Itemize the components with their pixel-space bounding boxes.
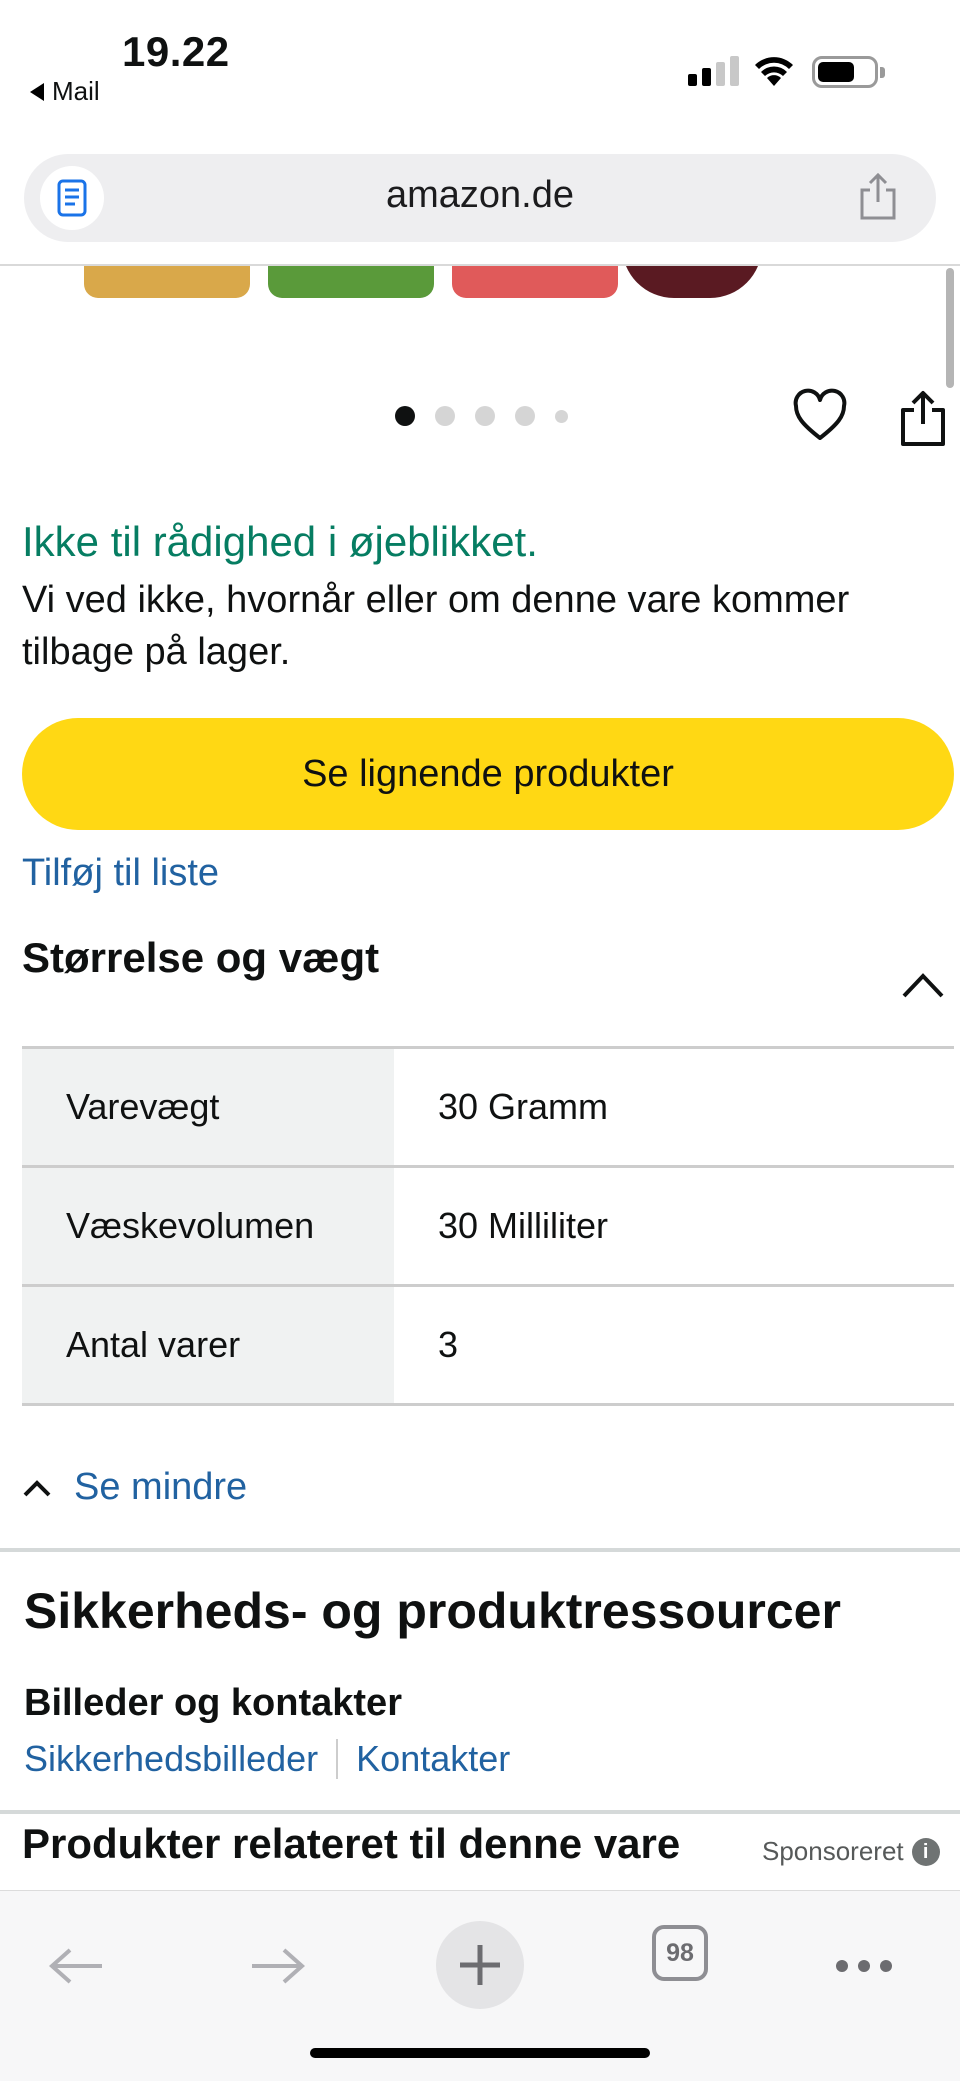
sponsored-text: Sponsoreret bbox=[762, 1836, 904, 1866]
new-tab-button[interactable] bbox=[436, 1921, 524, 2009]
back-arrow-icon bbox=[30, 82, 44, 101]
safety-images-link[interactable]: Sikkerhedsbilleder bbox=[24, 1738, 318, 1780]
table-key: Varevægt bbox=[22, 1047, 394, 1167]
chevron-up-small-icon bbox=[23, 1479, 51, 1496]
sponsored-label[interactable]: Sponsoreret i bbox=[762, 1836, 940, 1867]
status-time: 19.22 bbox=[122, 28, 230, 75]
address-bar[interactable]: amazon.de bbox=[24, 154, 936, 242]
more-dots-icon bbox=[836, 1960, 892, 1972]
images-contacts-subheading: Billeder og kontakter bbox=[24, 1682, 402, 1724]
back-app-label: Mail bbox=[52, 76, 100, 106]
table-value: 3 bbox=[438, 1324, 459, 1365]
add-to-list-link[interactable]: Tilføj til liste bbox=[22, 852, 219, 895]
carousel-dot[interactable] bbox=[515, 406, 535, 426]
wifi-icon bbox=[755, 57, 793, 86]
arrow-left-icon bbox=[48, 1948, 102, 1984]
battery-icon bbox=[812, 56, 885, 88]
see-less-link[interactable]: Se mindre bbox=[22, 1466, 247, 1509]
chevron-up-icon[interactable] bbox=[900, 970, 946, 1000]
carousel-dots[interactable] bbox=[395, 406, 568, 426]
arrow-right-icon bbox=[252, 1948, 306, 1984]
table-key: Væskevolumen bbox=[22, 1166, 394, 1286]
table-row: Væskevolumen 30 Milliliter bbox=[22, 1166, 954, 1286]
carousel-dot[interactable] bbox=[555, 409, 568, 423]
size-weight-heading[interactable]: Størrelse og vægt bbox=[22, 934, 379, 982]
info-icon[interactable]: i bbox=[911, 1837, 940, 1866]
product-image[interactable] bbox=[0, 266, 940, 302]
carousel-dot[interactable] bbox=[395, 406, 415, 426]
product-share-icon[interactable] bbox=[898, 388, 948, 448]
carousel-dot[interactable] bbox=[475, 406, 495, 426]
size-weight-table: Varevægt 30 Gramm Væskevolumen 30 Millil… bbox=[22, 1046, 954, 1406]
see-similar-products-button[interactable]: Se lignende produkter bbox=[22, 718, 954, 830]
divider bbox=[0, 1548, 960, 1552]
table-value: 30 Milliliter bbox=[438, 1205, 609, 1246]
divider bbox=[0, 1810, 960, 1814]
availability-description: Vi ved ikke, hvornår eller om denne vare… bbox=[22, 579, 850, 673]
url-text: amazon.de bbox=[385, 174, 574, 216]
availability-status: Ikke til rådighed i øjeblikket. bbox=[22, 518, 538, 565]
table-value: 30 Gramm bbox=[438, 1086, 609, 1127]
forward-button[interactable] bbox=[238, 1931, 318, 2001]
status-bar: 19.22 Mail bbox=[0, 0, 960, 140]
safety-links: Sikkerhedsbilleder Kontakter bbox=[24, 1738, 510, 1780]
tabs-button[interactable]: 98 bbox=[652, 1925, 708, 1981]
more-menu-button[interactable] bbox=[824, 1931, 904, 2001]
home-indicator[interactable] bbox=[310, 2048, 650, 2058]
back-button[interactable] bbox=[36, 1931, 116, 2001]
table-row: Antal varer 3 bbox=[22, 1285, 954, 1405]
related-products-heading: Produkter relateret til denne vare bbox=[22, 1820, 681, 1867]
back-to-app-link[interactable]: Mail bbox=[30, 76, 100, 107]
cellular-signal-icon bbox=[688, 56, 739, 86]
divider bbox=[336, 1739, 339, 1779]
wishlist-heart-icon[interactable] bbox=[792, 388, 848, 444]
see-less-label: Se mindre bbox=[74, 1466, 248, 1508]
carousel-dot[interactable] bbox=[435, 406, 455, 426]
plus-icon bbox=[460, 1945, 500, 1985]
contacts-link[interactable]: Kontakter bbox=[356, 1738, 510, 1780]
scrollbar[interactable] bbox=[946, 268, 954, 388]
table-row: Varevægt 30 Gramm bbox=[22, 1047, 954, 1167]
table-key: Antal varer bbox=[22, 1285, 394, 1405]
safety-resources-heading: Sikkerheds- og produktressourcer bbox=[24, 1583, 841, 1639]
share-icon[interactable] bbox=[856, 172, 900, 222]
